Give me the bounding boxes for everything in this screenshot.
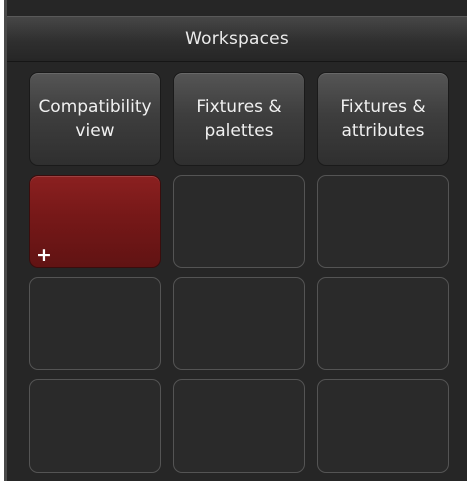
workspace-fixtures-attributes-button[interactable]: Fixtures & attributes xyxy=(317,72,449,166)
plus-icon: + xyxy=(36,244,52,266)
panel-header: Workspaces xyxy=(7,16,467,62)
workspaces-panel: Workspaces Compatibility view Fixtures &… xyxy=(4,0,467,481)
workspace-button-label: Compatibility view xyxy=(38,97,152,141)
workspace-empty-slot-button[interactable] xyxy=(317,379,449,473)
workspace-empty-slot-button[interactable] xyxy=(317,175,449,268)
workspace-compatibility-view-button[interactable]: Compatibility view xyxy=(29,72,161,166)
workspace-empty-slot-button[interactable] xyxy=(173,379,305,473)
workspace-empty-slot-button[interactable] xyxy=(29,379,161,473)
workspace-empty-slot-button[interactable] xyxy=(317,277,449,370)
workspace-empty-slot-button[interactable] xyxy=(29,277,161,370)
panel-title: Workspaces xyxy=(185,29,289,49)
workspace-empty-slot-button[interactable] xyxy=(173,175,305,268)
workspace-button-label: Fixtures & palettes xyxy=(196,97,282,141)
workspace-fixtures-palettes-button[interactable]: Fixtures & palettes xyxy=(173,72,305,166)
workspace-add-button[interactable]: + xyxy=(29,175,161,268)
workspace-empty-slot-button[interactable] xyxy=(173,277,305,370)
workspace-button-label: Fixtures & attributes xyxy=(340,97,426,141)
